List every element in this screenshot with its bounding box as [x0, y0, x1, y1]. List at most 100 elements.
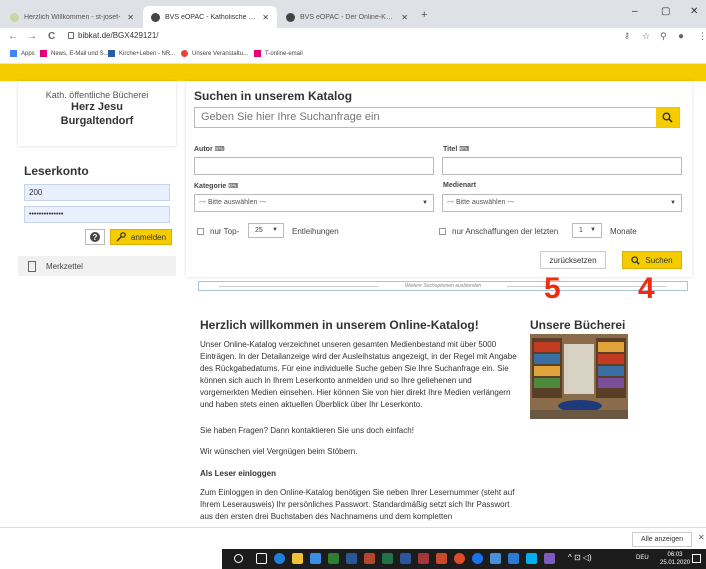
reset-button[interactable]: zurücksetzen — [540, 251, 606, 269]
close-download-bar-icon[interactable]: ✕ — [698, 533, 705, 542]
google-icon — [181, 50, 188, 57]
profile-icon[interactable]: ● — [678, 31, 684, 42]
clock[interactable]: 06:03 25.01.2020 — [660, 551, 690, 567]
author-input[interactable] — [194, 157, 434, 175]
notepad-link[interactable]: Merkzettel — [18, 256, 176, 276]
star-bookmark-icon[interactable]: ☆ — [642, 31, 650, 42]
reader-account-panel: Leserkonto 200 •••••••••••••• ? anmelden — [18, 158, 176, 245]
back-arrow-icon[interactable]: ← — [8, 31, 18, 42]
bookmark-t-online-email[interactable]: T-online-email — [254, 50, 303, 57]
search-icon[interactable] — [234, 554, 243, 563]
forward-arrow-icon[interactable]: → — [27, 31, 37, 42]
library-name-line2: Burgaltendorf — [60, 115, 134, 127]
welcome-paragraph-3: Wir wünschen viel Vergnügen beim Stöbern… — [200, 447, 358, 456]
help-button[interactable]: ? — [85, 229, 105, 245]
top-prefix-label: nur Top- — [210, 227, 240, 236]
bookmark-veranstaltungen[interactable]: Unsere Veranstaltu... — [181, 50, 248, 57]
edge-icon[interactable] — [274, 553, 285, 564]
recent-only-checkbox[interactable] — [439, 228, 446, 235]
search-icon — [631, 255, 641, 265]
library-prefix: Kath. öffentliche Bücherei — [45, 90, 149, 100]
question-icon: ? — [90, 232, 100, 242]
browser-tab-strip: Herzlich Willkommen - st-josef- ✕ BVS eO… — [0, 0, 706, 28]
media-type-select[interactable]: --- Bitte auswählen --- ▼ — [442, 194, 682, 212]
site-favicon-icon — [10, 12, 19, 22]
menu-dots-icon[interactable]: ⋮ — [698, 31, 706, 42]
media-select-value: --- Bitte auswählen --- — [447, 199, 515, 206]
tab-title: Herzlich Willkommen - st-josef- — [24, 13, 121, 21]
reader-number-input[interactable]: 200 — [24, 184, 170, 201]
chevron-down-icon: ▼ — [670, 200, 676, 206]
firefox-icon[interactable] — [454, 553, 465, 564]
tab-bvs-eopac-catalog[interactable]: BVS eOPAC - Der Online-Katalog ✕ — [278, 6, 416, 28]
word-icon[interactable] — [400, 553, 411, 564]
bookmark-label: Unsere Veranstaltu... — [192, 50, 249, 57]
bookmark-apps[interactable]: Apps — [10, 50, 35, 57]
keyboard-icon: ⌨ — [459, 146, 470, 153]
login-button[interactable]: anmelden — [110, 229, 172, 245]
notifications-icon[interactable] — [692, 554, 701, 563]
tab-close-icon[interactable]: ✕ — [262, 13, 269, 22]
store-icon[interactable] — [310, 553, 321, 564]
key-icon[interactable]: ⚷ — [624, 31, 630, 40]
chrome-icon[interactable] — [472, 553, 483, 564]
site-favicon-icon — [151, 12, 160, 22]
bookmark-kirche-leben[interactable]: Kirche+Leben - NR... — [108, 50, 175, 57]
reload-icon[interactable]: C — [48, 31, 55, 42]
publisher-icon[interactable] — [436, 553, 447, 564]
apps-grid-icon — [10, 50, 17, 57]
site-favicon-icon — [286, 12, 295, 22]
skype-icon[interactable] — [526, 553, 537, 564]
chevron-down-icon: ▼ — [272, 227, 278, 233]
tab-st-josef[interactable]: Herzlich Willkommen - st-josef- ✕ — [2, 6, 142, 28]
maximize-icon[interactable]: ▢ — [661, 6, 670, 17]
key-icon — [116, 232, 126, 242]
welcome-title: Herzlich willkommen in unserem Online-Ka… — [200, 318, 479, 332]
file-explorer-icon[interactable] — [292, 553, 303, 564]
close-window-icon[interactable]: ✕ — [690, 6, 698, 17]
top-only-checkbox[interactable] — [197, 228, 204, 235]
onenote-icon[interactable] — [544, 553, 555, 564]
bookmark-news[interactable]: News, E-Mail und S... — [40, 50, 109, 57]
recent-suffix-label: Monate — [610, 227, 637, 236]
tab-close-icon[interactable]: ✕ — [401, 13, 408, 22]
minimize-icon[interactable]: – — [632, 6, 638, 17]
login-heading: Als Leser einloggen — [200, 469, 277, 478]
language-indicator[interactable]: DEU — [636, 555, 649, 561]
search-button-label: Suchen — [645, 255, 673, 265]
hide-options-toggle[interactable]: Weitere Suchoptionen ausblenden — [198, 281, 688, 291]
new-tab-button[interactable]: + — [421, 9, 427, 21]
access-icon[interactable] — [418, 553, 429, 564]
task-view-icon[interactable] — [256, 553, 267, 564]
notepad-label: Merkzettel — [46, 261, 83, 271]
powerpoint-icon[interactable] — [364, 553, 375, 564]
main-search-button[interactable] — [656, 108, 679, 127]
url-field[interactable]: bibkat.de/BGX429121/ — [78, 31, 159, 40]
top-count-select[interactable]: 25 ▼ — [248, 223, 284, 238]
annotation-marker-4: 4 — [638, 272, 655, 305]
title-input[interactable] — [442, 157, 682, 175]
login-label: anmelden — [130, 232, 167, 242]
header-accent-bar — [0, 64, 706, 81]
photos-icon[interactable] — [508, 553, 519, 564]
recent-months-select[interactable]: 1 ▼ — [572, 223, 602, 238]
calculator-icon[interactable] — [328, 553, 339, 564]
password-input[interactable]: •••••••••••••• — [24, 206, 170, 223]
welcome-paragraph-1: Unser Online-Katalog verzeichnet unseren… — [200, 340, 517, 409]
show-all-downloads-button[interactable]: Alle anzeigen — [632, 532, 692, 547]
category-select[interactable]: --- Bitte auswählen --- ▼ — [194, 194, 434, 212]
library-photo — [530, 334, 628, 419]
system-tray-icons[interactable]: ^ ⊡ ◁) — [568, 553, 592, 562]
search-button[interactable]: Suchen — [622, 251, 682, 269]
search-icon[interactable]: ⚲ — [660, 31, 667, 42]
main-search-input[interactable]: Geben Sie hier Ihre Suchanfrage ein — [194, 107, 680, 128]
top-count-value: 25 — [255, 227, 263, 234]
word-icon[interactable] — [346, 553, 357, 564]
clock-date: 25.01.2020 — [660, 560, 691, 566]
tab-close-icon[interactable]: ✕ — [127, 13, 134, 22]
mail-icon[interactable] — [490, 553, 501, 564]
tab-bvs-eopac-active[interactable]: BVS eOPAC - Katholische öffentl ✕ — [143, 6, 277, 28]
recent-prefix-label: nur Anschaffungen der letzten — [452, 227, 559, 236]
search-title: Suchen in unserem Katalog — [194, 89, 353, 103]
excel-icon[interactable] — [382, 553, 393, 564]
